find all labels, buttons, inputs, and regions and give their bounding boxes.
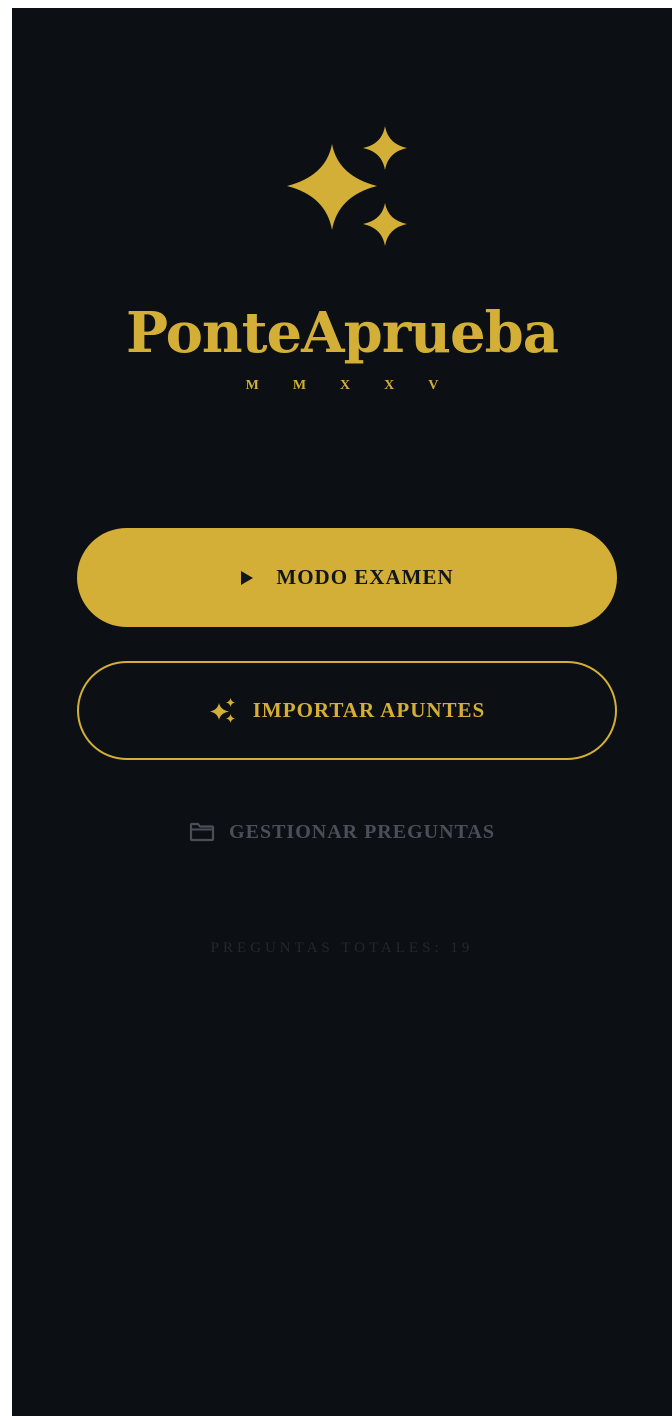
exam-mode-button[interactable]: MODO EXAMEN: [77, 528, 617, 627]
sparkles-icon: [209, 697, 237, 725]
manage-questions-link[interactable]: GESTIONAR PREGUNTAS: [12, 814, 672, 850]
app-logo: [282, 116, 422, 256]
manage-questions-label: GESTIONAR PREGUNTAS: [229, 820, 495, 843]
folder-icon: [189, 822, 215, 842]
sparkles-icon: [287, 126, 407, 246]
total-questions-counter: PREGUNTAS TOTALES: 19: [210, 940, 474, 956]
exam-mode-label: MODO EXAMEN: [276, 565, 454, 589]
app-subtitle-year: MMXXV: [245, 378, 473, 393]
home-screen: PonteAprueba MMXXV MODO EXAMEN IMPORTAR …: [12, 8, 672, 1416]
import-notes-button[interactable]: IMPORTAR APUNTES: [77, 661, 617, 760]
import-notes-label: IMPORTAR APUNTES: [252, 698, 486, 722]
app-title: PonteAprueba: [125, 300, 559, 366]
play-icon: [240, 570, 254, 586]
